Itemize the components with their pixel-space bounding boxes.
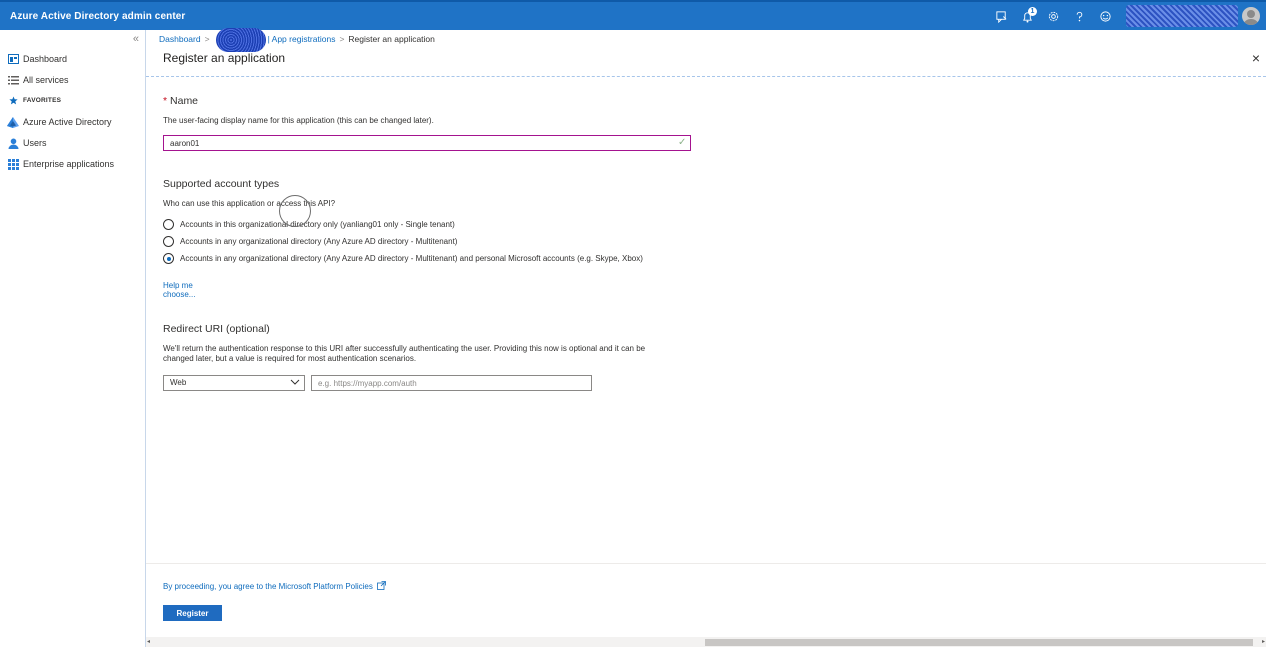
account-type-option-multitenant[interactable]: Accounts in any organizational directory… (163, 236, 457, 247)
footer-divider (146, 563, 1266, 564)
sidebar-item-azure-active-directory[interactable]: Azure Active Directory (0, 113, 146, 131)
redirect-description-line2: changed later, but a value is required f… (163, 354, 417, 363)
breadcrumb-separator: > (204, 34, 210, 44)
close-icon[interactable]: × (1252, 50, 1260, 66)
sidebar-item-label: Enterprise applications (23, 159, 115, 169)
option-label: Accounts in any organizational directory… (180, 254, 643, 263)
sidebar-item-label: Azure Active Directory (23, 117, 112, 127)
sidebar: « Dashboard All services FAVORITES Azure… (0, 30, 146, 647)
chevron-down-icon (290, 377, 300, 387)
scrollbar-thumb[interactable] (705, 639, 1253, 646)
settings-icon[interactable] (1040, 2, 1066, 30)
feedback-icon[interactable] (988, 2, 1014, 30)
breadcrumb: Dashboard > | App registrations > Regist… (159, 28, 435, 52)
radio-button[interactable] (163, 236, 174, 247)
sidebar-item-users[interactable]: Users (0, 134, 146, 152)
breadcrumb-app-registrations[interactable]: | App registrations (268, 34, 336, 44)
radio-button-selected[interactable] (163, 253, 174, 264)
breadcrumb-current: Register an application (348, 34, 435, 44)
sidebar-item-all-services[interactable]: All services (0, 71, 146, 89)
redirect-uri-input[interactable] (311, 375, 592, 391)
top-bar-icons: 1 (988, 2, 1266, 30)
blade-header-divider (146, 76, 1266, 77)
name-label: * Name (163, 95, 198, 107)
name-input[interactable] (163, 135, 691, 151)
dashboard-icon (7, 53, 19, 65)
account-type-option-single-tenant[interactable]: Accounts in this organizational director… (163, 219, 455, 230)
aad-icon (7, 116, 19, 128)
sidebar-item-label: All services (23, 75, 69, 85)
sidebar-item-label: Users (23, 138, 47, 148)
breadcrumb-separator: > (339, 34, 345, 44)
apps-icon (7, 158, 19, 170)
top-bar: Azure Active Directory admin center 1 (0, 0, 1266, 30)
breadcrumb-tenant-redacted[interactable] (215, 28, 266, 52)
horizontal-scrollbar[interactable]: ◂ ▸ (146, 637, 1266, 647)
account-type-option-multitenant-personal[interactable]: Accounts in any organizational directory… (163, 253, 643, 264)
sidebar-item-dashboard[interactable]: Dashboard (0, 50, 146, 68)
sidebar-favorites-header: FAVORITES (0, 91, 146, 109)
favorites-label: FAVORITES (23, 96, 62, 104)
help-icon[interactable] (1066, 2, 1092, 30)
required-marker: * (163, 95, 168, 107)
option-label: Accounts in this organizational director… (180, 220, 455, 229)
app-title[interactable]: Azure Active Directory admin center (10, 11, 185, 22)
platform-select[interactable]: Web (163, 375, 305, 391)
valid-check-icon: ✓ (678, 137, 687, 148)
radio-button[interactable] (163, 219, 174, 230)
external-link-icon (376, 581, 386, 592)
collapse-sidebar-button[interactable]: « (133, 33, 139, 45)
list-icon (7, 74, 19, 86)
smiley-icon[interactable] (1092, 2, 1118, 30)
avatar[interactable] (1242, 7, 1260, 25)
notifications-icon[interactable]: 1 (1014, 2, 1040, 30)
account-name-redacted[interactable] (1126, 5, 1238, 27)
star-icon (7, 94, 19, 106)
redirect-uri-heading: Redirect URI (optional) (163, 323, 270, 335)
user-icon (7, 137, 19, 149)
scroll-right-icon[interactable]: ▸ (1262, 638, 1265, 645)
name-label-text: Name (170, 95, 199, 107)
main-content: Dashboard > | App registrations > Regist… (146, 28, 1266, 647)
option-label: Accounts in any organizational directory… (180, 237, 458, 246)
scroll-left-icon[interactable]: ◂ (147, 638, 150, 645)
register-button[interactable]: Register (163, 605, 222, 621)
platform-selected-value: Web (170, 378, 187, 387)
sidebar-item-label: Dashboard (23, 54, 68, 64)
cursor-indicator (279, 195, 311, 227)
help-me-choose-link[interactable]: Help me choose... (163, 281, 195, 299)
account-types-heading: Supported account types (163, 178, 280, 190)
policy-text: By proceeding, you agree to the Microsof… (163, 582, 373, 591)
sidebar-item-enterprise-applications[interactable]: Enterprise applications (0, 155, 146, 173)
name-description: The user-facing display name for this ap… (163, 116, 434, 125)
page-title: Register an application (163, 51, 286, 65)
breadcrumb-dashboard[interactable]: Dashboard (159, 34, 201, 44)
platform-policies-link[interactable]: By proceeding, you agree to the Microsof… (163, 581, 386, 592)
notification-badge: 1 (1028, 7, 1037, 16)
